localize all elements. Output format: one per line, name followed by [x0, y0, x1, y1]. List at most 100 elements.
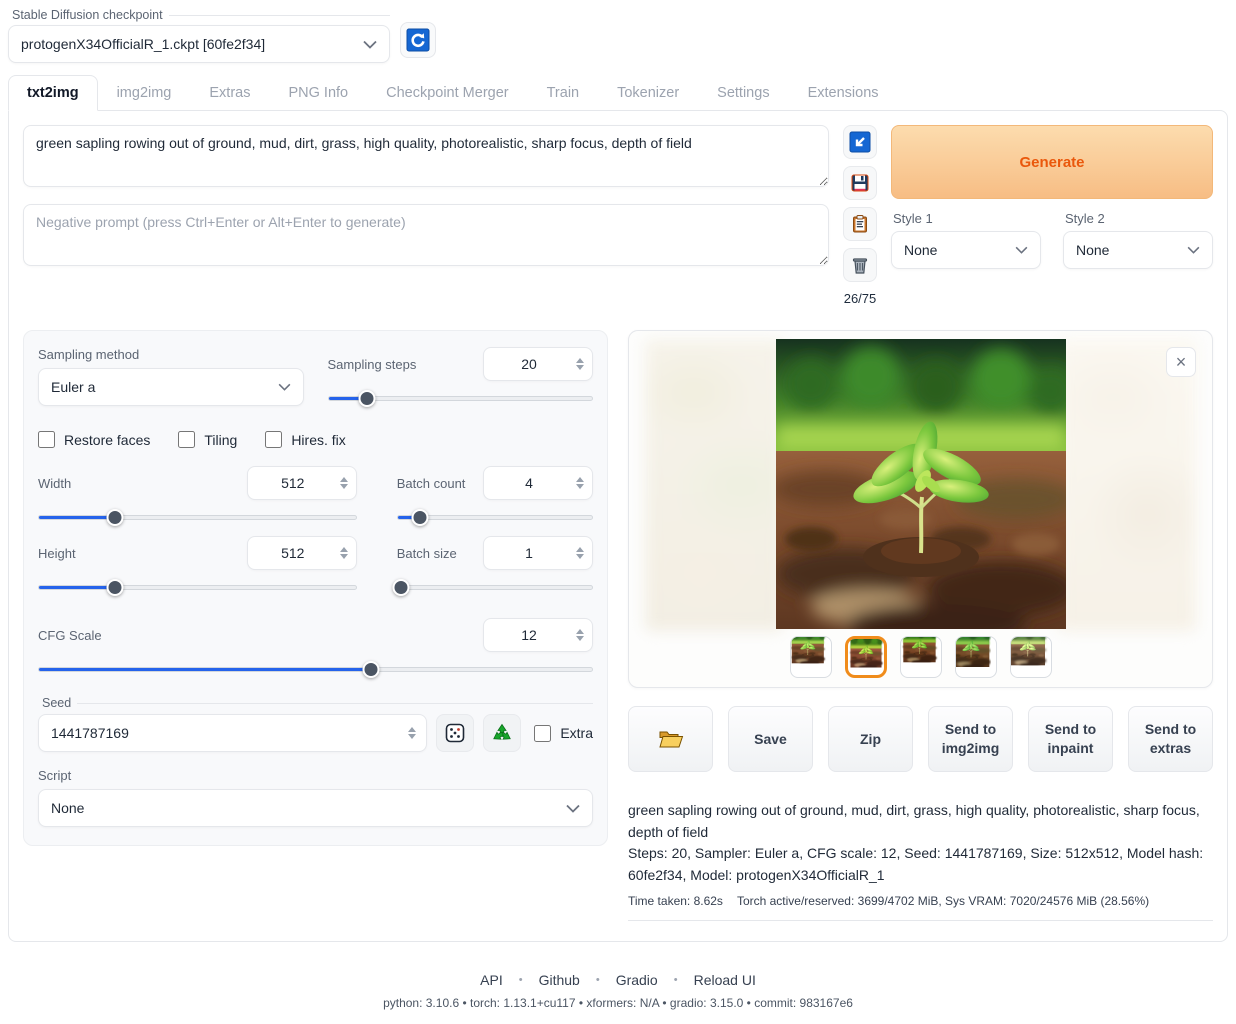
generation-info: green sapling rowing out of ground, mud,… — [628, 800, 1213, 921]
gallery-stage — [639, 339, 1202, 631]
tab-tokenizer[interactable]: Tokenizer — [598, 75, 698, 111]
trash-icon — [850, 255, 870, 275]
cfg-scale-slider[interactable] — [38, 660, 593, 678]
spinner[interactable] — [406, 725, 418, 741]
recycle-icon — [491, 722, 513, 744]
footer-separator: • — [596, 974, 600, 986]
cfg-scale-input[interactable] — [483, 618, 593, 652]
slider-handle[interactable] — [106, 579, 123, 596]
generated-image[interactable] — [776, 339, 1066, 629]
tiling-checkbox[interactable]: Tiling — [178, 431, 237, 448]
tab-txt2img[interactable]: txt2img — [8, 75, 98, 111]
batch-count-slider[interactable] — [397, 508, 593, 526]
tab-extras[interactable]: Extras — [190, 75, 269, 111]
thumbnail-1[interactable] — [790, 636, 832, 678]
save-style-button[interactable] — [843, 166, 877, 200]
slider-handle[interactable] — [412, 509, 429, 526]
apply-style-button[interactable] — [843, 207, 877, 241]
chevron-down-icon — [363, 40, 377, 49]
slider-handle[interactable] — [359, 390, 376, 407]
style1-dropdown[interactable]: None — [891, 231, 1041, 269]
tab-extensions[interactable]: Extensions — [789, 75, 898, 111]
spinner[interactable] — [574, 627, 586, 643]
seed-label-text: Seed — [42, 696, 71, 710]
top-bar: Stable Diffusion checkpoint protogenX34O… — [0, 0, 1236, 63]
clipboard-icon — [850, 214, 870, 234]
prompt-input[interactable]: green sapling rowing out of ground, mud,… — [23, 125, 829, 187]
info-time-taken: Time taken: 8.62s — [628, 894, 723, 908]
spinner[interactable] — [338, 545, 350, 561]
checkpoint-value: protogenX34OfficialR_1.ckpt [60fe2f34] — [21, 36, 363, 52]
close-gallery-button[interactable]: × — [1166, 347, 1196, 377]
tab-settings[interactable]: Settings — [698, 75, 788, 111]
thumbnail-2-selected[interactable] — [845, 636, 887, 678]
spinner[interactable] — [574, 545, 586, 561]
spinner[interactable] — [338, 475, 350, 491]
sampling-steps-input[interactable] — [483, 347, 593, 381]
batch-size-slider[interactable] — [397, 578, 593, 596]
height-input[interactable] — [247, 536, 357, 570]
checkpoint-dropdown[interactable]: protogenX34OfficialR_1.ckpt [60fe2f34] — [8, 25, 390, 63]
sampling-steps-slider[interactable] — [328, 389, 594, 407]
slider-handle[interactable] — [392, 579, 409, 596]
save-button[interactable]: Save — [728, 706, 813, 772]
extra-seed-checkbox[interactable]: Extra — [534, 725, 593, 742]
checkpoint-label-text: Stable Diffusion checkpoint — [12, 8, 163, 22]
refresh-icon — [406, 28, 430, 52]
random-seed-button[interactable] — [436, 714, 474, 752]
chevron-down-icon — [1187, 246, 1200, 254]
main-tabs: txt2img img2img Extras PNG Info Checkpoi… — [0, 75, 1236, 111]
floppy-disk-icon — [850, 173, 870, 193]
read-generation-params-button[interactable] — [843, 125, 877, 159]
batch-size-input[interactable] — [483, 536, 593, 570]
hires-fix-checkbox[interactable]: Hires. fix — [265, 431, 345, 448]
batch-count-input[interactable] — [483, 466, 593, 500]
sampling-method-dropdown[interactable]: Euler a — [38, 368, 304, 406]
close-icon: × — [1176, 352, 1187, 373]
slider-handle[interactable] — [363, 661, 380, 678]
zip-button[interactable]: Zip — [828, 706, 913, 772]
script-value: None — [51, 800, 566, 816]
spinner[interactable] — [574, 356, 586, 372]
restore-faces-checkbox[interactable]: Restore faces — [38, 431, 150, 448]
tab-checkpoint-merger[interactable]: Checkpoint Merger — [367, 75, 528, 111]
thumbnail-3[interactable] — [900, 636, 942, 678]
footer-link-gradio[interactable]: Gradio — [616, 972, 658, 988]
height-label: Height — [38, 546, 76, 561]
generate-button[interactable]: Generate — [891, 125, 1213, 199]
footer-link-reload-ui[interactable]: Reload UI — [694, 972, 756, 988]
spinner[interactable] — [574, 475, 586, 491]
info-prompt-text: green sapling rowing out of ground, mud,… — [628, 800, 1213, 843]
output-actions: Save Zip Send to img2img Send to inpaint… — [628, 706, 1213, 772]
style2-dropdown[interactable]: None — [1063, 231, 1213, 269]
arrow-down-left-icon — [849, 131, 871, 153]
hires-fix-label: Hires. fix — [291, 432, 345, 448]
width-label: Width — [38, 476, 71, 491]
refresh-checkpoint-button[interactable] — [400, 22, 436, 58]
thumbnail-4[interactable] — [955, 636, 997, 678]
width-input[interactable] — [247, 466, 357, 500]
reuse-seed-button[interactable] — [483, 714, 521, 752]
txt2img-panel: green sapling rowing out of ground, mud,… — [8, 110, 1228, 942]
slider-handle[interactable] — [106, 509, 123, 526]
width-slider[interactable] — [38, 508, 357, 526]
tab-train[interactable]: Train — [528, 75, 599, 111]
negative-prompt-input[interactable] — [23, 204, 829, 266]
clear-prompt-button[interactable] — [843, 248, 877, 282]
height-slider[interactable] — [38, 578, 357, 596]
open-folder-button[interactable] — [628, 706, 713, 772]
send-to-extras-button[interactable]: Send to extras — [1128, 706, 1213, 772]
send-to-inpaint-button[interactable]: Send to inpaint — [1028, 706, 1113, 772]
seed-label: Seed — [38, 696, 593, 710]
send-to-img2img-button[interactable]: Send to img2img — [928, 706, 1013, 772]
script-dropdown[interactable]: None — [38, 789, 593, 827]
thumbnail-5[interactable] — [1010, 636, 1052, 678]
footer-versions: python: 3.10.6 • torch: 1.13.1+cu117 • x… — [0, 996, 1236, 1010]
tab-png-info[interactable]: PNG Info — [269, 75, 367, 111]
footer-separator: • — [674, 974, 678, 986]
gallery-thumbnails — [629, 636, 1212, 678]
tab-img2img[interactable]: img2img — [98, 75, 191, 111]
seed-input[interactable] — [38, 714, 427, 752]
footer-link-api[interactable]: API — [480, 972, 503, 988]
footer-link-github[interactable]: Github — [539, 972, 580, 988]
